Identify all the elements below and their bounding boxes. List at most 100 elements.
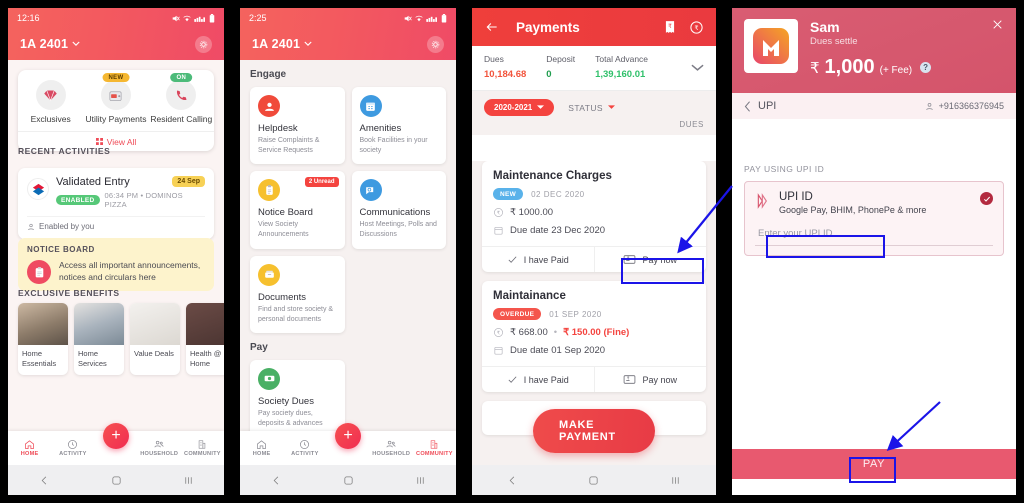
tab-home[interactable]: HOME bbox=[8, 431, 51, 465]
mobikwik-logo-icon bbox=[753, 28, 789, 64]
tab-household[interactable]: HOUSEHOLD bbox=[370, 431, 413, 465]
rupee-refund-icon[interactable]: ₹ bbox=[689, 20, 704, 35]
view-all-button[interactable]: View All bbox=[18, 130, 214, 147]
benefit-image bbox=[130, 303, 180, 345]
back-nav-icon[interactable] bbox=[507, 475, 518, 486]
svg-text:₹: ₹ bbox=[627, 256, 630, 262]
card-icon: ₹ bbox=[624, 375, 636, 384]
tab-label: ACTIVITY bbox=[291, 451, 319, 457]
method-back[interactable]: UPI bbox=[744, 100, 776, 112]
activity-meta: ENABLED 06:34 PM • DOMINOS PIZZA bbox=[56, 191, 205, 209]
benefit-card[interactable]: Value Deals bbox=[130, 303, 180, 375]
pay-now-button[interactable]: ₹ Pay now bbox=[593, 247, 707, 272]
new-badge: NEW bbox=[102, 73, 130, 82]
benefit-image bbox=[18, 303, 68, 345]
home-nav-icon[interactable] bbox=[343, 475, 354, 486]
tab-activity[interactable]: ACTIVITY bbox=[283, 431, 326, 465]
chevron-down-icon[interactable] bbox=[691, 63, 704, 73]
i-have-paid-label: I have Paid bbox=[523, 254, 569, 265]
user-icon bbox=[28, 223, 34, 230]
home-nav-icon[interactable] bbox=[588, 475, 599, 486]
due-title: Maintainance bbox=[493, 290, 566, 302]
menu-card-helpdesk[interactable]: Helpdesk Raise Complaints & Service Requ… bbox=[250, 87, 345, 165]
menu-card-communications[interactable]: Communications Host Meetings, Polls and … bbox=[351, 171, 446, 249]
screen-home: 12:16 1A 2401 Exclusives NEW Utility Pay… bbox=[8, 8, 224, 495]
i-have-paid-button[interactable]: I have Paid bbox=[482, 367, 594, 392]
payments-header: Payments ₹ ₹ bbox=[472, 8, 716, 46]
notice-board-text: Access all important announcements, noti… bbox=[59, 260, 201, 282]
tab-community[interactable]: COMMUNITY bbox=[413, 431, 456, 465]
benefit-card[interactable]: Home Services bbox=[74, 303, 124, 375]
benefit-card[interactable]: Health @ Home bbox=[186, 303, 224, 375]
activity-status-badge: ENABLED bbox=[56, 195, 100, 205]
money-icon-wrap bbox=[258, 367, 280, 390]
tab-community[interactable]: COMMUNITY bbox=[181, 431, 224, 465]
close-button[interactable] bbox=[991, 18, 1004, 34]
menu-card-sub: Raise Complaints & Service Requests bbox=[258, 137, 320, 155]
back-nav-icon[interactable] bbox=[271, 475, 282, 486]
due-issue-date: 01 SEP 2020 bbox=[549, 309, 602, 319]
wifi-icon bbox=[415, 15, 423, 21]
chevron-down-icon bbox=[537, 105, 545, 109]
upi-option-card[interactable]: UPI ID Google Pay, BHIM, PhonePe & more … bbox=[744, 181, 1004, 256]
add-fab-button[interactable]: + bbox=[335, 423, 361, 449]
home-header: 12:16 1A 2401 bbox=[8, 8, 224, 60]
signal-icon bbox=[194, 16, 205, 22]
unit-label: 1A 2401 bbox=[20, 37, 69, 51]
add-fab-button[interactable]: + bbox=[103, 423, 129, 449]
diamond-icon bbox=[44, 89, 57, 101]
make-payment-button[interactable]: MAKE PAYMENT bbox=[533, 409, 655, 453]
unit-label: 1A 2401 bbox=[252, 37, 301, 51]
engage-card-grid: Helpdesk Raise Complaints & Service Requ… bbox=[250, 87, 446, 333]
merchant-info: Sam Dues settle ₹ 1,000 (+ Fee) ? bbox=[810, 19, 1004, 79]
menu-card-society-dues[interactable]: Society Dues Pay society dues, deposits … bbox=[250, 359, 345, 438]
status-icons bbox=[403, 13, 447, 23]
mute-icon bbox=[404, 15, 412, 21]
summary-total-advance: Total Advance 1,39,160.01 bbox=[595, 54, 648, 80]
year-filter[interactable]: 2020-2021 bbox=[484, 99, 555, 116]
due-amount-row: ₹ ₹ 1000.00 bbox=[493, 207, 695, 218]
svg-text:₹: ₹ bbox=[627, 376, 630, 382]
gear-icon bbox=[431, 40, 440, 48]
tab-household[interactable]: HOUSEHOLD bbox=[138, 431, 181, 465]
i-have-paid-button[interactable]: I have Paid bbox=[482, 247, 594, 272]
home-icon bbox=[257, 440, 267, 449]
menu-card-documents[interactable]: Documents Find and store society & perso… bbox=[250, 255, 345, 333]
benefits-carousel[interactable]: Home Essentials Home Services Value Deal… bbox=[18, 303, 224, 375]
quick-action-utility-payments[interactable]: NEW Utility Payments bbox=[83, 73, 148, 125]
receipt-icon[interactable]: ₹ bbox=[663, 20, 677, 34]
pay-button[interactable]: PAY bbox=[863, 458, 885, 470]
notice-board-card[interactable]: NOTICE BOARD Access all important announ… bbox=[18, 238, 214, 291]
diamond-icon-wrap bbox=[35, 80, 66, 110]
phone-panel-home: 12:16 1A 2401 Exclusives NEW Utility Pay… bbox=[0, 0, 232, 503]
status-filter[interactable]: STATUS bbox=[568, 103, 615, 113]
settings-button[interactable] bbox=[427, 35, 444, 53]
back-nav-icon[interactable] bbox=[39, 475, 50, 486]
tab-activity[interactable]: ACTIVITY bbox=[51, 431, 94, 465]
unread-badge: 2 Unread bbox=[304, 177, 339, 188]
recents-nav-icon[interactable] bbox=[183, 475, 194, 486]
pay-now-button[interactable]: ₹ Pay now bbox=[593, 367, 707, 392]
quick-action-exclusives[interactable]: Exclusives bbox=[18, 80, 83, 125]
unit-selector[interactable]: 1A 2401 bbox=[20, 37, 80, 51]
upi-id-input[interactable]: Enter your UPI ID bbox=[755, 223, 993, 246]
help-icon[interactable]: ? bbox=[920, 62, 932, 73]
menu-card-amenities[interactable]: Amenities Book Facilities in your societ… bbox=[351, 87, 446, 165]
tab-label: COMMUNITY bbox=[416, 451, 453, 457]
tab-home[interactable]: HOME bbox=[240, 431, 283, 465]
recents-nav-icon[interactable] bbox=[415, 475, 426, 486]
back-arrow-icon[interactable] bbox=[484, 20, 500, 34]
home-nav-icon[interactable] bbox=[111, 475, 122, 486]
unit-selector[interactable]: 1A 2401 bbox=[252, 37, 312, 51]
recent-activity-card[interactable]: Validated Entry 24 Sep ENABLED 06:34 PM … bbox=[18, 168, 214, 239]
recents-nav-icon[interactable] bbox=[670, 475, 681, 486]
tab-label: HOUSEHOLD bbox=[140, 451, 179, 457]
clipboard-icon-wrap bbox=[258, 179, 280, 202]
benefit-image bbox=[74, 303, 124, 345]
status-badge: OVERDUE bbox=[493, 308, 542, 320]
phone-icon bbox=[176, 90, 187, 100]
benefit-card[interactable]: Home Essentials bbox=[18, 303, 68, 375]
settings-button[interactable] bbox=[195, 35, 212, 53]
menu-card-notice-board[interactable]: 2 Unread Notice Board View Society Annou… bbox=[250, 171, 345, 249]
quick-action-resident-calling[interactable]: ON Resident Calling bbox=[149, 73, 214, 125]
